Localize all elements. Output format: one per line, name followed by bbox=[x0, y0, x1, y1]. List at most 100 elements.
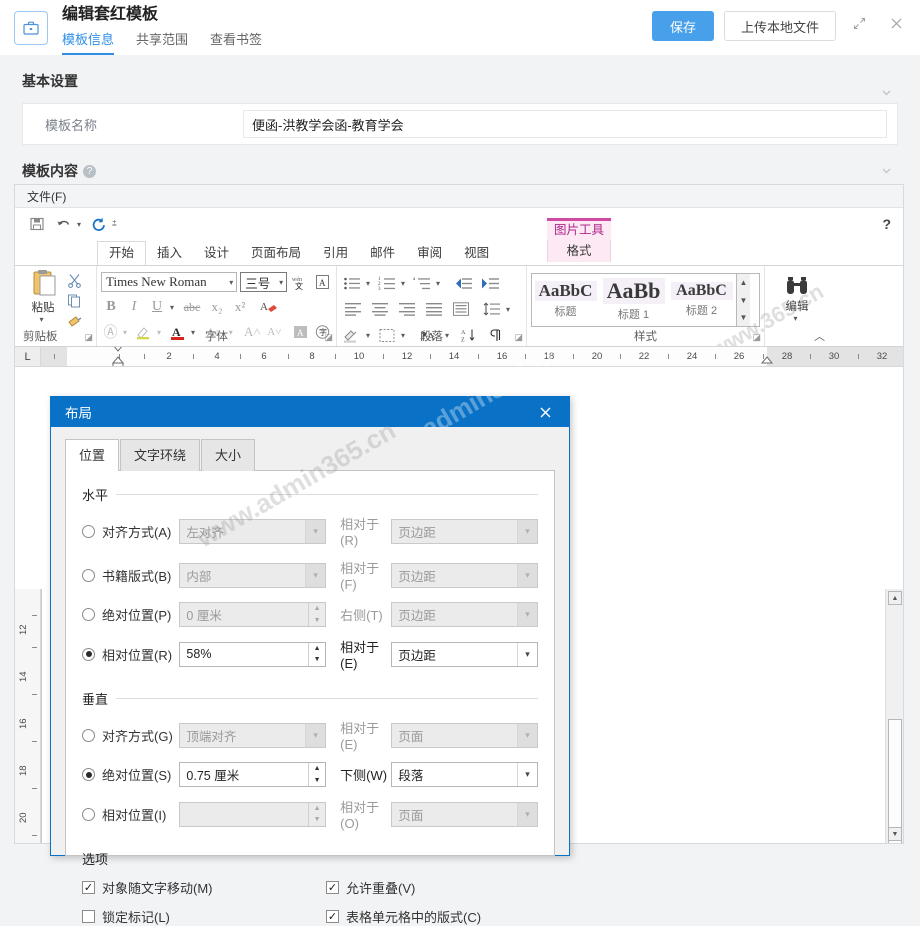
h-relative-relative-select[interactable]: 页边距 ▾ bbox=[391, 641, 539, 667]
dialog-titlebar[interactable]: 布局 www.admin365.cn bbox=[51, 339, 569, 477]
radio-h-absolute-position[interactable]: 绝对位置(P) bbox=[82, 605, 179, 624]
styles-scroll-up-icon[interactable]: ▲ bbox=[740, 274, 748, 291]
ribbon-tab-insert[interactable]: 插入 bbox=[146, 242, 193, 265]
v-alignment-relative-select[interactable]: 页面 ▾ bbox=[391, 722, 539, 748]
editing-caret-icon[interactable]: ▾ bbox=[793, 314, 800, 323]
underline-caret-icon[interactable]: ▾ bbox=[170, 303, 177, 312]
v-absolute-relative-select[interactable]: 段落 ▾ bbox=[391, 762, 539, 787]
ribbon-tab-design[interactable]: 设计 bbox=[193, 242, 240, 265]
chevron-down-icon[interactable]: ▾ bbox=[517, 519, 538, 543]
styles-gallery-scroller[interactable]: ▲ ▼ ▼ bbox=[736, 274, 750, 326]
radio-v-alignment[interactable]: 对齐方式(G) bbox=[82, 726, 179, 745]
phonetic-guide-icon[interactable]: wén 文 bbox=[290, 274, 309, 290]
font-family-combobox[interactable]: Times New Roman ▾ bbox=[101, 272, 238, 292]
styles-gallery[interactable]: AaBbC 标题 AaBb 标题 1 AaBbC 标题 2 ▲ ▼ ▼ bbox=[531, 273, 760, 327]
styles-dialog-launcher-icon[interactable]: ◪ bbox=[752, 332, 761, 343]
v-absolute-position-spinner[interactable]: 0.75 厘米 ▲ ▼ bbox=[179, 762, 327, 787]
dialog-tab-size[interactable]: 大小 bbox=[201, 439, 256, 471]
checkbox-layout-in-table-cell[interactable]: ✓ 表格单元格中的版式(C) bbox=[326, 907, 481, 926]
scroll-down-icon[interactable]: ▼ bbox=[888, 827, 902, 841]
spinner-down-icon[interactable]: ▼ bbox=[309, 774, 326, 786]
chevron-down-icon[interactable]: ▾ bbox=[517, 763, 537, 786]
checkbox-indicator[interactable]: ✓ bbox=[326, 881, 339, 894]
radio-v-absolute-position[interactable]: 绝对位置(S) bbox=[82, 765, 179, 784]
expand-diagonal-icon[interactable] bbox=[846, 14, 873, 38]
font-family-caret-icon[interactable]: ▾ bbox=[229, 278, 236, 287]
checkbox-indicator[interactable]: ✓ bbox=[82, 881, 95, 894]
spinner-down-icon[interactable]: ▼ bbox=[309, 814, 326, 826]
underline-button[interactable]: U bbox=[147, 299, 167, 315]
line-spacing-caret-icon[interactable]: ▾ bbox=[506, 305, 513, 314]
radio-h-relative-position[interactable]: 相对位置(R) bbox=[82, 645, 179, 664]
radio-h-book-layout[interactable]: 书籍版式(B) bbox=[82, 566, 179, 585]
subscript-button[interactable]: x₂ bbox=[207, 299, 227, 315]
radio-indicator[interactable] bbox=[82, 608, 95, 621]
upload-local-file-button[interactable]: 上传本地文件 bbox=[723, 11, 836, 41]
document-vertical-scrollbar[interactable]: ▲ ▼ bbox=[885, 589, 903, 843]
styles-scroll-down-icon[interactable]: ▼ bbox=[740, 292, 748, 309]
save-button[interactable]: 保存 bbox=[651, 11, 714, 41]
line-spacing-icon[interactable] bbox=[481, 302, 503, 316]
spinner-buttons[interactable]: ▲ ▼ bbox=[308, 763, 326, 786]
bullet-list-caret-icon[interactable]: ▾ bbox=[366, 279, 373, 288]
bold-button[interactable]: B bbox=[101, 299, 121, 315]
chevron-down-icon[interactable]: ▾ bbox=[517, 802, 538, 826]
spinner-buttons[interactable]: ▲ ▼ bbox=[308, 603, 326, 626]
h-book-layout-select[interactable]: 内部 ▾ bbox=[179, 562, 327, 588]
ribbon-tab-mailings[interactable]: 邮件 bbox=[359, 242, 406, 265]
word-help-button[interactable]: ? bbox=[882, 216, 891, 232]
align-center-icon[interactable] bbox=[368, 302, 392, 316]
chevron-down-icon[interactable]: ▾ bbox=[305, 563, 326, 587]
ribbon-tab-references[interactable]: 引用 bbox=[312, 242, 359, 265]
radio-indicator[interactable] bbox=[82, 807, 95, 821]
cut-icon[interactable] bbox=[67, 271, 82, 290]
bullet-list-icon[interactable] bbox=[341, 276, 363, 291]
font-dialog-launcher-icon[interactable]: ◪ bbox=[324, 332, 333, 343]
align-left-icon[interactable] bbox=[341, 302, 365, 316]
scroll-up-icon[interactable]: ▲ bbox=[888, 591, 902, 605]
italic-button[interactable]: I bbox=[124, 299, 144, 315]
binoculars-icon[interactable] bbox=[784, 275, 810, 297]
spinner-up-icon[interactable]: ▲ bbox=[309, 642, 326, 654]
radio-h-alignment[interactable]: 对齐方式(A) bbox=[82, 522, 179, 541]
tab-template-info[interactable]: 模板信息 bbox=[62, 29, 115, 55]
styles-more-icon[interactable]: ▼ bbox=[740, 309, 748, 326]
template-name-input[interactable] bbox=[243, 110, 887, 138]
undo-icon[interactable] bbox=[51, 212, 75, 236]
h-alignment-relative-select[interactable]: 页边距 ▾ bbox=[391, 518, 539, 544]
tab-stop-selector[interactable]: L bbox=[15, 347, 41, 366]
strikethrough-button[interactable]: abc bbox=[180, 300, 204, 315]
v-relative-relative-select[interactable]: 页面 ▾ bbox=[391, 801, 539, 827]
vertical-ruler[interactable]: 12 14 16 18 20 22 24 26 28 30 bbox=[15, 589, 41, 843]
undo-dropdown-caret-icon[interactable]: ▾ bbox=[77, 220, 84, 229]
spinner-down-icon[interactable]: ▼ bbox=[309, 614, 326, 626]
style-item-heading2[interactable]: AaBbC 标题 2 bbox=[668, 274, 736, 326]
decrease-indent-icon[interactable] bbox=[451, 276, 475, 291]
spinner-up-icon[interactable]: ▲ bbox=[309, 763, 326, 775]
save-icon[interactable] bbox=[25, 212, 49, 236]
radio-v-relative-position[interactable]: 相对位置(I) bbox=[82, 805, 179, 824]
checkbox-move-object-with-text[interactable]: ✓ 对象随文字移动(M) bbox=[82, 878, 326, 897]
paste-button[interactable]: 粘贴 ▾ bbox=[19, 269, 67, 331]
menu-file[interactable]: 文件(F) bbox=[27, 188, 66, 205]
question-circle-icon[interactable]: ? bbox=[83, 164, 96, 178]
collapse-ribbon-icon[interactable]: ︿ bbox=[814, 328, 825, 344]
radio-indicator[interactable] bbox=[82, 768, 95, 781]
v-alignment-select[interactable]: 顶端对齐 ▾ bbox=[179, 722, 327, 748]
superscript-button[interactable]: x² bbox=[230, 299, 250, 315]
copy-icon[interactable] bbox=[67, 291, 82, 310]
v-relative-position-spinner[interactable]: ▲ ▼ bbox=[179, 801, 327, 827]
customize-qat-icon[interactable]: ⩲ bbox=[112, 219, 120, 229]
multilevel-list-caret-icon[interactable]: ▾ bbox=[436, 279, 443, 288]
paste-dropdown-caret-icon[interactable]: ▾ bbox=[40, 315, 47, 324]
numbered-list-icon[interactable]: 123 bbox=[376, 276, 398, 291]
tab-share-scope[interactable]: 共享范围 bbox=[136, 29, 188, 55]
h-alignment-select[interactable]: 左对齐 ▾ bbox=[179, 518, 327, 544]
dialog-tab-text-wrapping[interactable]: 文字环绕 bbox=[120, 439, 201, 471]
h-absolute-relative-select[interactable]: 页边距 ▾ bbox=[391, 602, 539, 627]
redo-icon[interactable] bbox=[86, 212, 110, 236]
layout-dialog[interactable]: 布局 www.admin365.cn 位置 文字环绕 大小 水平 对齐方式(A)… bbox=[50, 339, 570, 925]
radio-indicator[interactable] bbox=[82, 728, 95, 742]
spinner-up-icon[interactable]: ▲ bbox=[309, 603, 326, 615]
radio-indicator[interactable] bbox=[82, 647, 95, 661]
